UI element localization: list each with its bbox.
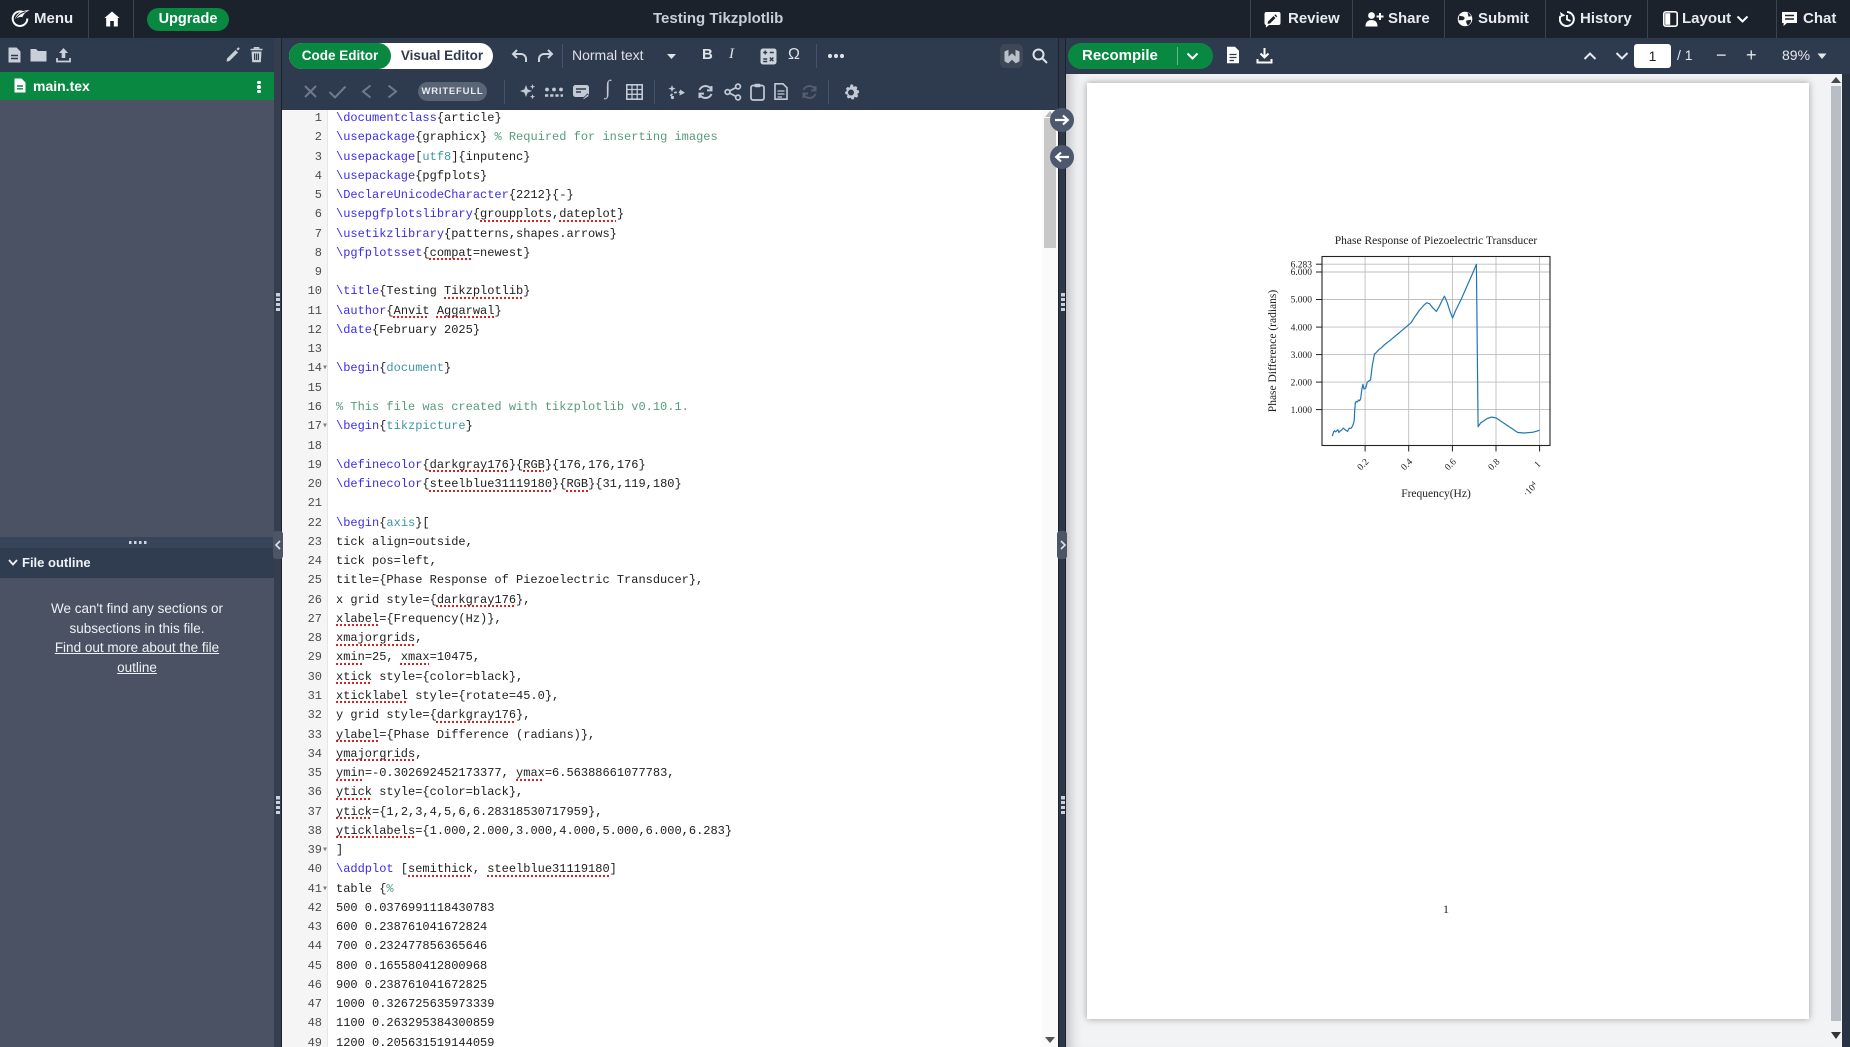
svg-text:2.000: 2.000 <box>1291 378 1313 388</box>
svg-text:1: 1 <box>1533 460 1544 471</box>
svg-text:6.283: 6.283 <box>1291 260 1313 270</box>
svg-text:Frequency(Hz): Frequency(Hz) <box>1401 488 1471 500</box>
svg-text:5.000: 5.000 <box>1291 296 1313 306</box>
svg-text:Phase Difference (radians): Phase Difference (radians) <box>1267 290 1279 413</box>
svg-text:0.4: 0.4 <box>1400 457 1416 473</box>
svg-text:3.000: 3.000 <box>1291 351 1313 361</box>
svg-text:1.000: 1.000 <box>1291 406 1313 416</box>
svg-text:Phase Response of Piezoelectri: Phase Response of Piezoelectric Transduc… <box>1335 235 1538 247</box>
svg-text:·104: ·104 <box>1521 480 1541 500</box>
svg-text:0.8: 0.8 <box>1487 457 1503 473</box>
svg-text:0.6: 0.6 <box>1443 457 1459 473</box>
svg-text:1: 1 <box>1443 902 1449 916</box>
svg-text:0.2: 0.2 <box>1356 457 1372 473</box>
svg-text:4.000: 4.000 <box>1291 323 1313 333</box>
